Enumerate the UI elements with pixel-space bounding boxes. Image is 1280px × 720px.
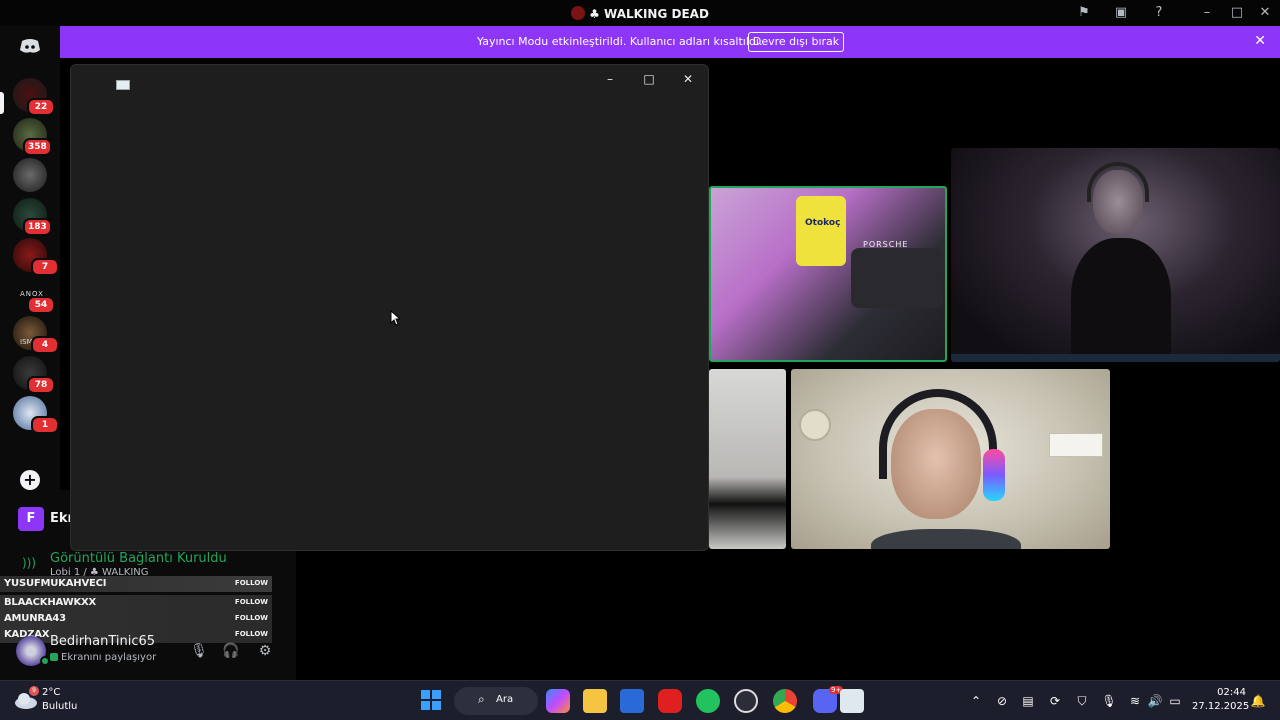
participant-body (1071, 238, 1171, 362)
steam-icon[interactable] (734, 689, 758, 713)
clock-date[interactable]: 27.12.2025 (1192, 701, 1249, 712)
flag-icon[interactable]: ⚑ (1076, 5, 1092, 21)
active-server-pill (0, 92, 4, 114)
screen-share-icon (50, 653, 58, 661)
server-badge: 54 (27, 296, 55, 314)
file-explorer-icon[interactable] (583, 689, 607, 713)
user-status-text: Ekranını paylaşıyor (61, 652, 157, 663)
video-tile-3[interactable] (709, 369, 786, 549)
server-badge: 78 (27, 376, 55, 394)
participant-body (871, 529, 1021, 549)
participant-figure (711, 228, 806, 360)
weather-badge: 9 (29, 686, 39, 696)
window-title: ♣ WALKING DEAD (589, 7, 709, 21)
notification-bell-icon[interactable]: 🔔 (1250, 693, 1266, 709)
mouse-cursor-icon (390, 309, 402, 330)
video-tile-4[interactable] (791, 369, 1110, 549)
weather-temperature[interactable]: 2°C (42, 687, 60, 698)
popup-maximize-icon[interactable]: □ (640, 71, 658, 87)
server-icon-3[interactable] (13, 158, 47, 192)
follow-row: YUSUFMUKAHVECI FOLLOW (0, 576, 272, 592)
screen: ♣ WALKING DEAD ⚑ ▣ ? – □ ✕ 22 358 183 7 … (0, 0, 1280, 720)
chevron-up-icon[interactable]: ⌃ (968, 693, 984, 709)
headset-icon (879, 389, 997, 479)
pillow-graphic (851, 248, 943, 308)
shared-taskbar-strip (951, 354, 1280, 362)
server-badge: 183 (23, 218, 52, 236)
rgb-earcup-graphic (983, 449, 1005, 501)
follower-name: BLAACKHAWKXX (4, 597, 97, 608)
microphone-icon[interactable]: 🎙 (1101, 693, 1117, 709)
weather-description[interactable]: Bulutlu (42, 701, 77, 712)
blank-popup-window[interactable]: – □ ✕ (70, 64, 709, 551)
follow-row: AMUNRA43 FOLLOW (0, 611, 272, 627)
search-label[interactable]: Ara (496, 694, 513, 705)
follow-tag: FOLLOW (234, 598, 268, 606)
wall-clock-graphic (799, 409, 831, 441)
voice-signal-icon[interactable]: ))) (22, 556, 38, 572)
window-app-icon (116, 80, 130, 90)
user-status-wrap: Ekranını paylaşıyor (50, 652, 156, 663)
follower-name: YUSUFMUKAHVECI (4, 578, 107, 589)
help-icon[interactable]: ? (1151, 5, 1167, 21)
participant-figure (1071, 160, 1171, 362)
server-badge: 7 (31, 258, 59, 276)
jersey-text: Otokoç (805, 218, 841, 228)
server-badge: 22 (27, 98, 55, 116)
windows-start-icon[interactable] (421, 690, 441, 710)
server-avatar-icon (571, 6, 586, 20)
video-tile-speaking[interactable]: Otokoç PORSCHE (709, 186, 947, 362)
sync-icon[interactable]: ⟳ (1047, 693, 1063, 709)
shield-icon[interactable]: ⛉ (1074, 693, 1090, 709)
banner-message: Yayıncı Modu etkinleştirildi. Kullanıcı … (477, 35, 763, 48)
air-conditioner-graphic (1049, 433, 1103, 457)
username[interactable]: BedirhanTinic65 (50, 634, 155, 649)
copilot-icon[interactable] (546, 689, 570, 713)
teams-icon[interactable]: ▤ (1020, 693, 1036, 709)
voice-connection-status[interactable]: Görüntülü Bağlantı Kuruldu (50, 551, 227, 566)
inbox-icon[interactable]: ▣ (1113, 5, 1129, 21)
server-badge: 4 (31, 336, 59, 354)
close-icon[interactable]: ✕ (1256, 4, 1274, 22)
follow-row: BLAACKHAWKXX FOLLOW (0, 595, 272, 611)
whatsapp-icon[interactable] (696, 689, 720, 713)
server-f-icon[interactable]: F (18, 507, 44, 531)
speaker-icon[interactable]: 🔊 (1147, 693, 1163, 709)
wifi-icon[interactable]: ≋ (1127, 693, 1143, 709)
follow-tag: FOLLOW (234, 579, 268, 587)
streamer-mode-banner: Yayıncı Modu etkinleştirildi. Kullanıcı … (60, 26, 1280, 58)
disable-streamer-mode-button[interactable]: Devre dışı bırak (748, 32, 844, 52)
maximize-icon[interactable]: □ (1228, 4, 1246, 22)
settings-gear-icon[interactable]: ⚙ (256, 642, 274, 660)
image-viewer-icon[interactable] (840, 689, 864, 713)
headset-icon (1087, 162, 1149, 202)
chrome-icon[interactable] (773, 689, 797, 713)
battery-icon[interactable]: ▭ (1167, 693, 1183, 709)
follow-tag: FOLLOW (234, 614, 268, 622)
search-icon[interactable]: ⌕ (478, 692, 485, 707)
youtube-icon[interactable] (658, 689, 682, 713)
popup-close-icon[interactable]: ✕ (679, 71, 697, 87)
pillow-text: PORSCHE (863, 240, 909, 249)
microsoft-store-icon[interactable] (620, 689, 644, 713)
clock-time[interactable]: 02:44 (1216, 687, 1246, 698)
network-muted-icon[interactable]: ⊘ (994, 693, 1010, 709)
user-panel: BedirhanTinic65 Ekranını paylaşıyor 🎙 🎧 … (10, 632, 286, 672)
headphones-icon[interactable]: 🎧 (222, 642, 240, 660)
minimize-icon[interactable]: – (1198, 4, 1216, 22)
windows-taskbar: 9 2°C Bulutlu ⌕ Ara 9+ ⌃ ⊘ ▤ ⟳ ⛉ 🎙 ≋ 🔊 ▭… (0, 680, 1280, 720)
follower-name: AMUNRA43 (4, 613, 66, 624)
discord-home-icon[interactable] (19, 38, 41, 54)
add-server-icon[interactable]: + (20, 470, 40, 490)
title-bar: ♣ WALKING DEAD ⚑ ▣ ? – □ ✕ (0, 0, 1280, 26)
server-badge: 358 (23, 138, 52, 156)
microphone-icon[interactable]: 🎙 (190, 642, 208, 660)
online-status-icon (40, 656, 50, 666)
banner-close-icon[interactable]: ✕ (1254, 33, 1266, 49)
server-badge: 1 (31, 416, 59, 434)
participant-figure (871, 389, 1021, 549)
popup-minimize-icon[interactable]: – (601, 71, 619, 87)
jersey-graphic (796, 196, 846, 266)
video-tile-2[interactable] (951, 148, 1280, 362)
